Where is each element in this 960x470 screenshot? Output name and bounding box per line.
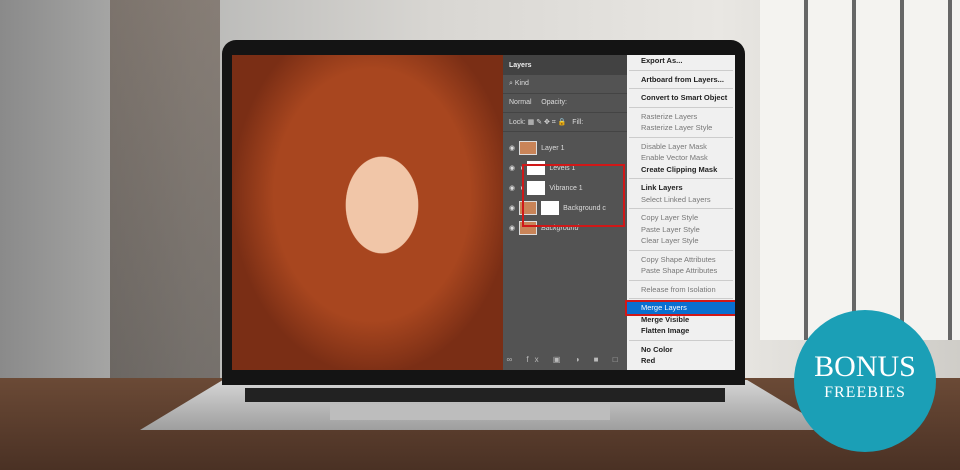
tab-layers[interactable]: Layers — [503, 55, 627, 75]
blend-mode[interactable]: Normal — [509, 99, 532, 106]
bonus-badge: BONUS FREEBIES — [794, 310, 936, 452]
menu-separator — [629, 279, 733, 281]
background-window — [760, 0, 960, 340]
menu-item[interactable]: Enable Vector Mask — [627, 152, 735, 164]
badge-line1: BONUS — [814, 350, 916, 383]
eye-icon[interactable]: ◉ — [509, 224, 515, 232]
menu-item[interactable]: Red — [627, 355, 735, 367]
menu-item[interactable]: Artboard from Layers... — [627, 74, 735, 86]
fill-label: Fill: — [572, 119, 584, 126]
menu-separator — [629, 208, 733, 209]
menu-item[interactable]: Copy Shape Attributes — [627, 254, 735, 266]
eye-icon[interactable]: ◉ — [509, 204, 515, 212]
panel-bottom-icons[interactable]: ∞ fx ▣ ◑ ■ □ — [503, 355, 627, 364]
menu-item[interactable]: Copy Layer Style — [627, 212, 735, 224]
badge-line2: FREEBIES — [824, 384, 906, 401]
menu-item[interactable]: Merge Layers — [625, 300, 735, 316]
eye-icon[interactable]: ◉ — [509, 164, 515, 172]
menu-separator — [629, 69, 733, 71]
laptop-trackpad — [330, 404, 610, 420]
eye-icon[interactable]: ◉ — [509, 184, 515, 192]
menu-separator — [629, 106, 733, 108]
menu-item[interactable]: Disable Layer Mask — [627, 141, 735, 153]
menu-separator — [629, 298, 733, 299]
menu-item[interactable]: Link Layers — [627, 182, 735, 194]
layer-row[interactable]: ◉ Layer 1 — [503, 138, 627, 158]
menu-item[interactable]: Paste Layer Style — [627, 224, 735, 236]
blend-mode-row[interactable]: Normal Opacity: — [503, 94, 627, 113]
menu-item[interactable]: Flatten Image — [627, 325, 735, 337]
menu-item[interactable]: Release from Isolation — [627, 284, 735, 296]
filter-kind[interactable]: ⌕ Kind — [503, 75, 627, 94]
menu-item[interactable]: Rasterize Layer Style — [627, 122, 735, 134]
menu-item[interactable]: Rasterize Layers — [627, 111, 735, 123]
eye-icon[interactable]: ◉ — [509, 144, 515, 152]
menu-separator — [629, 249, 733, 251]
menu-item[interactable]: Paste Shape Attributes — [627, 265, 735, 277]
menu-separator — [629, 178, 733, 179]
menu-item[interactable]: Merge Visible — [627, 314, 735, 326]
selection-highlight — [522, 164, 625, 227]
opacity-label: Opacity: — [541, 99, 567, 106]
menu-separator — [629, 339, 733, 341]
laptop-keyboard — [245, 388, 725, 402]
layer-name: Layer 1 — [541, 144, 565, 152]
menu-item[interactable]: No Color — [627, 344, 735, 356]
menu-separator — [629, 136, 733, 138]
lock-label: Lock: — [509, 119, 526, 126]
layer-thumbnail — [519, 141, 538, 155]
context-menu: Export As... Artboard from Layers... Conve… — [625, 55, 735, 370]
background-shelf — [110, 0, 220, 380]
lock-row: Lock: ▦ ✎ ✥ ⌗ 🔒 Fill: — [503, 113, 627, 132]
menu-item[interactable]: Export As... — [627, 55, 735, 67]
layers-panel: Layers ⌕ Kind Normal Opacity: Lock: ▦ ✎ … — [503, 55, 627, 370]
laptop-screen: Layers ⌕ Kind Normal Opacity: Lock: ▦ ✎ … — [232, 55, 735, 370]
menu-item[interactable]: Clear Layer Style — [627, 235, 735, 247]
menu-separator — [629, 88, 733, 89]
filter-label: Kind — [514, 80, 529, 87]
menu-item[interactable]: Create Clipping Mask — [627, 164, 735, 176]
menu-item[interactable]: Select Linked Layers — [627, 194, 735, 206]
canvas-photo — [232, 55, 503, 370]
menu-item[interactable]: Convert to Smart Object — [627, 92, 735, 104]
